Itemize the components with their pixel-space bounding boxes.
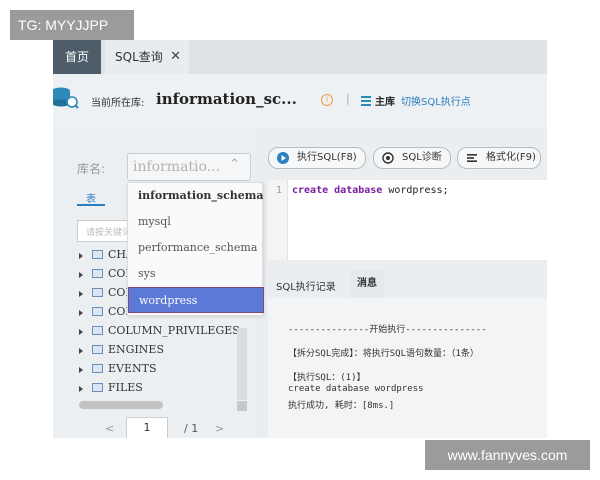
line-number: 1: [276, 185, 283, 196]
dropdown-option-hovered[interactable]: wordpress: [128, 287, 264, 313]
result-tabs: SQL执行记录 消息: [268, 270, 547, 298]
close-icon[interactable]: ✕: [170, 40, 181, 74]
tree-item-label: ENGINES: [108, 343, 164, 356]
keyword: create: [292, 185, 329, 196]
tree-item-label: EVENTS: [108, 362, 157, 375]
log-line: ---------------开始执行---------------: [288, 325, 487, 335]
expand-arrow-icon[interactable]: [79, 367, 83, 373]
header: 当前所在库: information_sc... i | 主库 切换SQL执行点: [53, 74, 547, 128]
sql-diagnose-label: SQL诊断: [402, 152, 442, 163]
pager-next-button[interactable]: >: [215, 422, 224, 435]
table-icon: [92, 364, 103, 373]
log-line: 【拆分SQL完成】：将执行SQL语句数量：（1条）: [288, 349, 479, 359]
table-icon: [92, 250, 103, 259]
watermark-top-left: TG: MYYJJPP: [10, 10, 134, 40]
tab-tables[interactable]: 表: [77, 190, 105, 205]
tab-messages[interactable]: 消息: [350, 270, 384, 298]
log-line: create database wordpress: [288, 384, 424, 394]
tab-sql-query-label: SQL查询: [115, 50, 163, 64]
format-icon: [467, 154, 477, 162]
run-sql-label: 执行SQL(F8): [297, 152, 357, 163]
tab-home[interactable]: 首页: [53, 40, 101, 74]
list-icon: [361, 96, 371, 106]
code-text: wordpress;: [382, 185, 449, 196]
expand-arrow-icon[interactable]: [79, 310, 83, 316]
main-db-label: 主库: [375, 97, 395, 108]
log-line: 【执行SQL：(1)】: [288, 373, 366, 383]
expand-arrow-icon[interactable]: [79, 291, 83, 297]
current-db-value: information_sc...: [156, 90, 297, 108]
info-icon[interactable]: i: [321, 94, 333, 106]
pager-prev-button[interactable]: <: [105, 422, 114, 435]
expand-arrow-icon[interactable]: [79, 348, 83, 354]
header-separator: |: [346, 92, 350, 105]
chevron-up-icon: ⌃: [229, 157, 240, 172]
scrollbar-corner: [237, 401, 247, 411]
db-dropdown-menu: information_schema mysql performance_sch…: [127, 182, 264, 316]
expand-arrow-icon[interactable]: [79, 386, 83, 392]
db-select-value: informatio...: [133, 159, 221, 175]
search-placeholder: 请按关键词: [86, 228, 132, 238]
dropdown-option[interactable]: mysql: [128, 209, 264, 235]
expand-arrow-icon[interactable]: [79, 272, 83, 278]
horizontal-scrollbar[interactable]: [79, 401, 163, 409]
expand-arrow-icon[interactable]: [79, 329, 83, 335]
vertical-scrollbar[interactable]: [237, 328, 247, 400]
pager-page-input[interactable]: 1: [126, 417, 168, 438]
table-icon: [92, 269, 103, 278]
pager-total: / 1: [184, 422, 199, 435]
dropdown-option[interactable]: sys: [128, 261, 264, 287]
sql-diagnose-button[interactable]: SQL诊断: [373, 147, 451, 169]
message-panel: ---------------开始执行--------------- 【拆分SQ…: [268, 298, 547, 438]
table-icon: [92, 383, 103, 392]
tree-item-label: COLUMN_PRIVILEGES: [108, 324, 240, 337]
tab-sql-query[interactable]: SQL查询 ✕: [105, 40, 189, 74]
switch-execution-point-link[interactable]: 切换SQL执行点: [401, 93, 471, 108]
sql-editor[interactable]: 1 create database wordpress;: [268, 180, 547, 260]
db-select[interactable]: informatio... ⌃: [127, 153, 251, 181]
dropdown-option[interactable]: information_schema: [128, 183, 264, 209]
table-icon: [92, 288, 103, 297]
diagnose-icon: [382, 152, 394, 164]
dropdown-option[interactable]: performance_schema: [128, 235, 264, 261]
play-icon: [277, 152, 289, 164]
line-gutter: 1: [268, 180, 288, 260]
tab-underline: [77, 204, 105, 206]
tab-sql-history[interactable]: SQL执行记录: [276, 278, 336, 293]
format-button[interactable]: 格式化(F9): [457, 147, 541, 169]
run-sql-button[interactable]: 执行SQL(F8): [268, 147, 366, 169]
table-icon: [92, 326, 103, 335]
format-label: 格式化(F9): [486, 152, 536, 163]
tree-item-label: FILES: [108, 381, 143, 394]
keyword: database: [334, 185, 383, 196]
watermark-bottom-right: www.fannyves.com: [425, 440, 590, 470]
table-icon: [92, 345, 103, 354]
tab-bar: 首页 SQL查询 ✕: [53, 40, 547, 74]
db-name-label: 库名:: [77, 162, 106, 176]
sql-query-app: 首页 SQL查询 ✕ 当前所在库: information_sc... i | …: [53, 40, 547, 438]
expand-arrow-icon[interactable]: [79, 253, 83, 259]
table-icon: [92, 307, 103, 316]
code-line: create database wordpress;: [292, 185, 449, 196]
log-line: 执行成功, 耗时：[8ms.]: [288, 401, 395, 411]
database-icon: [53, 87, 79, 109]
current-db-label: 当前所在库:: [91, 98, 145, 109]
